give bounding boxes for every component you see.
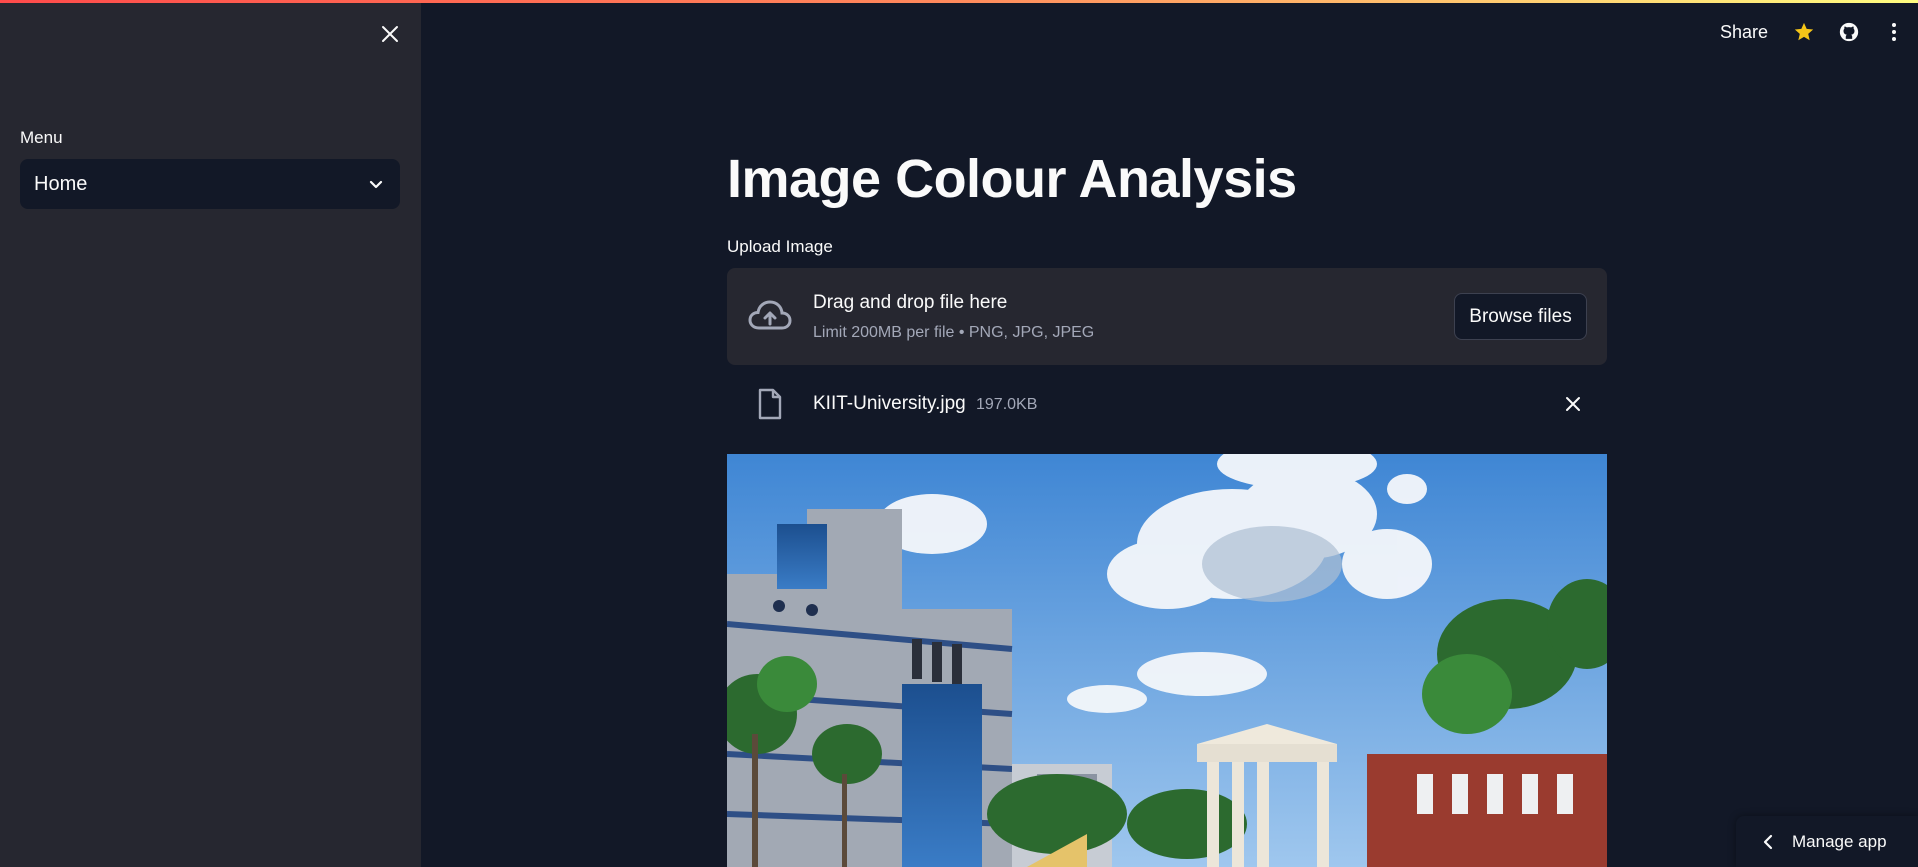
close-icon <box>1566 397 1580 411</box>
manage-app-button[interactable]: Manage app <box>1736 816 1918 867</box>
file-name: KIIT-University.jpg <box>813 393 966 414</box>
chevron-left-icon <box>1763 834 1773 849</box>
dropzone-hint: Limit 200MB per file • PNG, JPG, JPEG <box>813 324 1095 341</box>
upload-label: Upload Image <box>727 237 833 256</box>
uploaded-image-preview <box>727 454 1607 867</box>
cloud-upload-icon <box>748 300 792 330</box>
menu-label: Menu <box>20 128 63 147</box>
remove-file-button[interactable] <box>1561 392 1585 416</box>
more-vert-icon <box>1892 23 1896 41</box>
header-actions: Share <box>1720 16 1918 48</box>
browse-files-button[interactable]: Browse files <box>1454 293 1587 340</box>
top-decoration-bar <box>0 0 1918 3</box>
menu-selected-value: Home <box>34 172 88 195</box>
close-icon <box>382 26 398 42</box>
menu-select[interactable]: Home <box>20 159 400 209</box>
sidebar-close-button[interactable] <box>376 20 404 48</box>
file-dropzone[interactable]: Drag and drop file here Limit 200MB per … <box>727 268 1607 365</box>
manage-app-label: Manage app <box>1792 831 1887 851</box>
page-title: Image Colour Analysis <box>727 149 1297 209</box>
file-icon <box>758 388 782 420</box>
share-button[interactable]: Share <box>1720 22 1768 43</box>
github-button[interactable] <box>1835 18 1863 46</box>
star-icon <box>1794 22 1814 41</box>
file-size: 197.0KB <box>976 396 1038 413</box>
uploaded-file-row: KIIT-University.jpg 197.0KB <box>727 380 1607 430</box>
main-content: Image Colour Analysis Upload Image Drag … <box>727 0 1607 867</box>
sidebar: Menu Home <box>0 0 421 867</box>
campus-photo <box>727 454 1607 867</box>
more-options-button[interactable] <box>1880 18 1908 46</box>
github-icon <box>1839 22 1859 42</box>
dropzone-title: Drag and drop file here <box>813 292 1008 313</box>
star-button[interactable] <box>1790 18 1818 46</box>
chevron-down-icon <box>369 180 383 189</box>
